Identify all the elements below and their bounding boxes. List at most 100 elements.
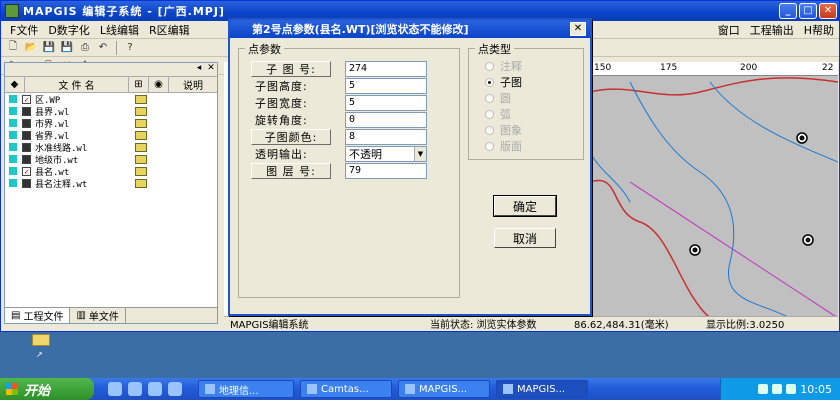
print-icon[interactable]: ⎙ bbox=[77, 41, 93, 55]
menu-project-output[interactable]: 工程输出 bbox=[745, 22, 799, 38]
tray-security-icon[interactable] bbox=[786, 384, 797, 394]
edit-column-icon[interactable]: ⊞ bbox=[129, 77, 149, 92]
open-file-icon[interactable]: 📂 bbox=[23, 41, 39, 55]
chevron-down-icon[interactable]: ▼ bbox=[414, 147, 426, 161]
param-button[interactable]: 图 层 号: bbox=[251, 163, 331, 179]
cancel-button[interactable]: 取消 bbox=[494, 228, 556, 248]
menu-file[interactable]: F文件 bbox=[5, 22, 43, 38]
dialog-close-button[interactable]: ✕ bbox=[570, 22, 586, 36]
map-canvas[interactable] bbox=[590, 62, 838, 318]
editable-icon[interactable] bbox=[135, 130, 147, 140]
point-type-radio[interactable]: 子图 bbox=[485, 75, 522, 89]
maximize-button[interactable]: □ bbox=[799, 3, 817, 19]
param-button[interactable]: 子 图 号: bbox=[251, 61, 331, 77]
outlook-icon[interactable] bbox=[148, 382, 162, 396]
menu-window[interactable]: 窗口 bbox=[713, 22, 745, 38]
point-type-radio[interactable]: 弧 bbox=[485, 107, 511, 121]
file-row[interactable]: 县名注释.wt bbox=[5, 177, 217, 190]
editable-icon[interactable] bbox=[135, 142, 147, 152]
filename-column-header[interactable]: 文 件 名 bbox=[25, 77, 129, 92]
point-type-radio[interactable]: 圆 bbox=[485, 91, 511, 105]
radio-icon[interactable] bbox=[485, 125, 494, 135]
param-input[interactable]: 274 bbox=[345, 61, 427, 77]
media-icon[interactable] bbox=[128, 382, 142, 396]
menu-help[interactable]: H帮助 bbox=[799, 22, 839, 38]
file-type-icon[interactable] bbox=[22, 130, 31, 140]
param-input[interactable]: 5 bbox=[345, 78, 427, 94]
status-column-icon[interactable]: ◆ bbox=[5, 77, 25, 92]
menu-area-edit[interactable]: R区编辑 bbox=[144, 22, 195, 38]
radio-icon[interactable] bbox=[485, 61, 494, 71]
file-type-icon[interactable] bbox=[22, 142, 31, 152]
taskbar-item[interactable]: MAPGIS... bbox=[398, 380, 490, 398]
undo-icon[interactable]: ↶ bbox=[95, 41, 111, 55]
param-input[interactable]: 5 bbox=[345, 95, 427, 111]
file-status-icon bbox=[9, 107, 17, 115]
radio-icon[interactable] bbox=[485, 93, 494, 103]
new-file-icon[interactable]: 🗋 bbox=[5, 41, 21, 55]
menu-digitize[interactable]: D数字化 bbox=[43, 22, 94, 38]
description-column-header[interactable]: 说明 bbox=[169, 77, 217, 92]
param-input[interactable]: 8 bbox=[345, 129, 427, 145]
close-button[interactable]: ✕ bbox=[819, 3, 837, 19]
editable-icon[interactable] bbox=[135, 166, 147, 176]
editable-icon[interactable] bbox=[135, 154, 147, 164]
file-type-icon[interactable] bbox=[22, 118, 31, 128]
county-point-center bbox=[805, 237, 811, 243]
point-type-radio[interactable]: 图象 bbox=[485, 123, 522, 137]
panel-close-icon[interactable]: ✕ bbox=[205, 63, 217, 76]
ruler-tick-label: 200 bbox=[740, 63, 758, 73]
point-type-radio[interactable]: 版面 bbox=[485, 139, 522, 153]
file-row[interactable]: 地级市.wt bbox=[5, 153, 217, 166]
file-row[interactable]: 市界.wl bbox=[5, 117, 217, 130]
panel-pin-icon[interactable]: ◂ bbox=[193, 63, 205, 76]
radio-icon[interactable] bbox=[485, 77, 494, 87]
task-app-icon bbox=[503, 384, 513, 394]
road-line bbox=[629, 181, 838, 318]
taskbar-item[interactable]: MAPGIS... bbox=[496, 380, 588, 398]
file-row[interactable]: 县界.wl bbox=[5, 105, 217, 118]
file-type-icon[interactable] bbox=[22, 154, 31, 164]
clock: 10:05 bbox=[800, 382, 832, 396]
taskbar-item[interactable]: 地理信... bbox=[198, 380, 294, 398]
taskbar-item[interactable]: Camtas... bbox=[300, 380, 392, 398]
ie-icon[interactable] bbox=[108, 382, 122, 396]
editable-icon[interactable] bbox=[135, 106, 147, 116]
file-row[interactable]: ✓ 区.WP bbox=[5, 93, 217, 106]
file-row[interactable]: 省界.wl bbox=[5, 129, 217, 142]
tab-single-file[interactable]: ▥ 单文件 bbox=[70, 308, 126, 323]
editable-icon[interactable] bbox=[135, 178, 147, 188]
file-type-icon[interactable]: ✓ bbox=[22, 94, 31, 104]
file-row[interactable]: 水准线路.wl bbox=[5, 141, 217, 154]
param-input[interactable]: 79 bbox=[345, 163, 427, 179]
help-pointer-icon[interactable]: ? bbox=[122, 41, 138, 55]
radio-label: 注释 bbox=[500, 60, 522, 73]
tab-project-files[interactable]: ▤ 工程文件 bbox=[5, 308, 71, 323]
file-row[interactable]: ✓ 县名.wt bbox=[5, 165, 217, 178]
save-all-icon[interactable]: 💾 bbox=[59, 41, 75, 55]
editable-icon[interactable] bbox=[135, 118, 147, 128]
ok-button[interactable]: 确定 bbox=[493, 195, 557, 217]
radio-icon[interactable] bbox=[485, 141, 494, 151]
start-button[interactable]: 开始 bbox=[0, 378, 94, 400]
project-files-icon: ▤ bbox=[11, 310, 21, 321]
file-type-icon[interactable]: ✓ bbox=[22, 166, 31, 176]
desktop-icon[interactable] bbox=[168, 382, 182, 396]
desktop-folder-icon[interactable] bbox=[32, 334, 50, 346]
tray-network-icon[interactable] bbox=[758, 384, 769, 394]
view-column-icon[interactable]: ◉ bbox=[149, 77, 169, 92]
param-button[interactable]: 子图颜色: bbox=[251, 129, 331, 145]
tray-volume-icon[interactable] bbox=[772, 384, 783, 394]
menu-line-edit[interactable]: L线编辑 bbox=[95, 22, 144, 38]
single-file-icon: ▥ bbox=[76, 310, 86, 321]
save-icon[interactable]: 💾 bbox=[41, 41, 57, 55]
transparency-select[interactable]: 不透明 ▼ bbox=[345, 146, 427, 162]
radio-icon[interactable] bbox=[485, 109, 494, 119]
file-type-icon[interactable] bbox=[22, 106, 31, 116]
panel-header: ◂ ✕ bbox=[5, 63, 217, 77]
point-type-radio[interactable]: 注释 bbox=[485, 59, 522, 73]
minimize-button[interactable]: _ bbox=[779, 3, 797, 19]
file-type-icon[interactable] bbox=[22, 178, 31, 188]
param-input[interactable]: 0 bbox=[345, 112, 427, 128]
editable-icon[interactable] bbox=[135, 94, 147, 104]
